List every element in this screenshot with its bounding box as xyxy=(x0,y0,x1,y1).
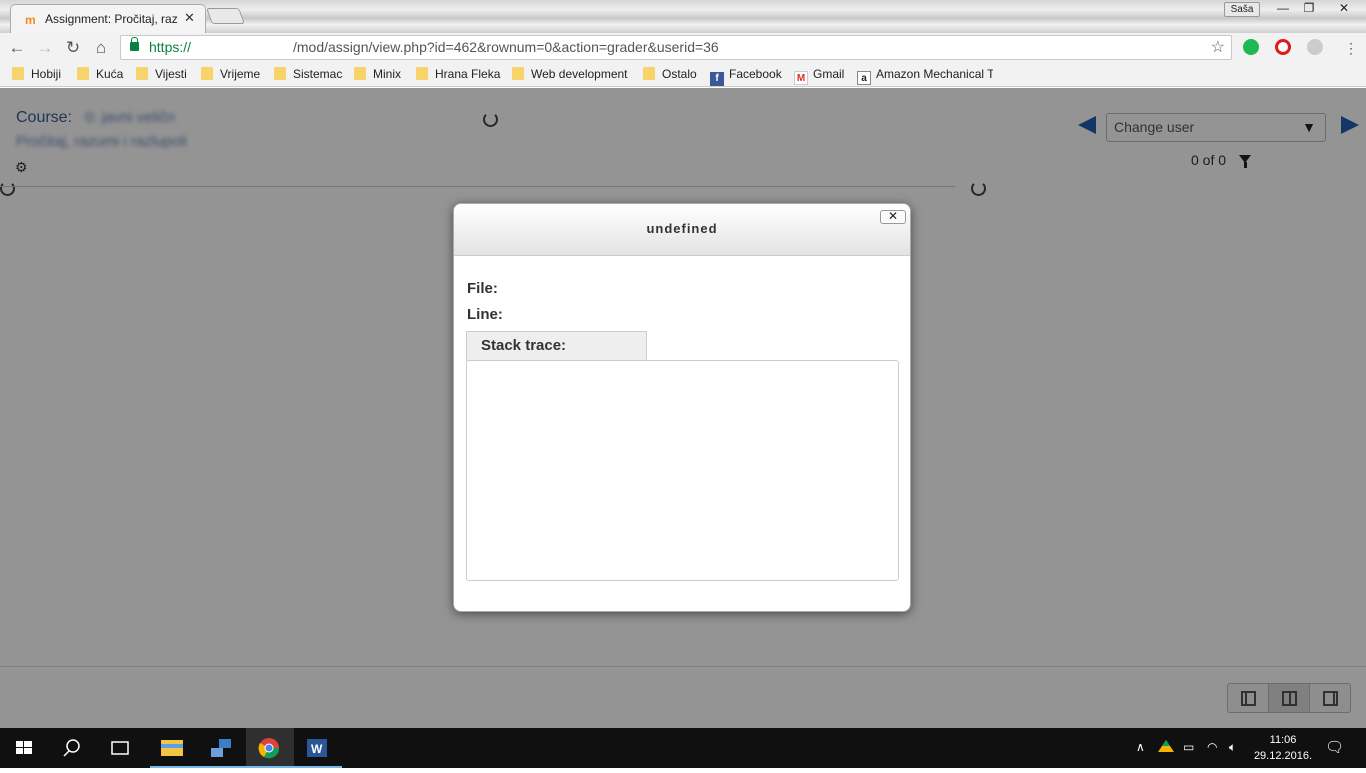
folder-icon xyxy=(274,67,286,80)
folder-icon xyxy=(512,67,524,80)
url-path: /mod/assign/view.php?id=462&rownum=0&act… xyxy=(293,39,719,55)
bookmark-facebook[interactable]: f Facebook xyxy=(710,67,782,86)
bookmark-web-development[interactable]: Web development xyxy=(512,67,628,81)
show-hidden-icons-icon[interactable]: ∧ xyxy=(1136,740,1145,754)
svg-text:W: W xyxy=(311,742,323,756)
browser-tab-active[interactable]: m Assignment: Pročitaj, raz ✕ xyxy=(10,4,206,33)
bookmark-vrijeme[interactable]: Vrijeme xyxy=(201,67,260,81)
moodle-favicon-icon: m xyxy=(25,13,36,27)
url-scheme: https:// xyxy=(149,39,192,55)
task-view-icon xyxy=(111,741,129,755)
network-app-button[interactable] xyxy=(198,728,246,768)
folder-icon xyxy=(643,67,655,80)
back-icon[interactable]: ← xyxy=(6,37,28,59)
start-button[interactable] xyxy=(0,728,48,768)
task-view-button[interactable] xyxy=(96,728,144,768)
folder-icon xyxy=(12,67,24,80)
bookmark-ostalo[interactable]: Ostalo xyxy=(643,67,697,81)
folder-icon xyxy=(161,740,183,756)
wifi-icon[interactable]: ◠ xyxy=(1207,740,1217,754)
stack-trace-label: Stack trace: xyxy=(466,331,647,361)
reload-icon[interactable]: ↻ xyxy=(62,37,84,59)
bookmark-minix[interactable]: Minix xyxy=(354,67,401,81)
dialog-close-button[interactable]: ✕ xyxy=(880,210,906,224)
home-icon[interactable]: ⌂ xyxy=(90,37,112,59)
minimize-icon[interactable]: — xyxy=(1270,0,1296,18)
windows-taskbar: W ∧ ▭ ◠ 🔈︎ 11:06 29.12.2016. 🗨︎ xyxy=(0,728,1366,768)
file-explorer-button[interactable] xyxy=(150,728,198,768)
profile-button[interactable]: Saša xyxy=(1224,2,1260,17)
lock-icon xyxy=(130,37,139,51)
address-bar[interactable]: https:// /mod/assign/view.php?id=462&row… xyxy=(120,35,1232,60)
stack-trace-box[interactable] xyxy=(466,360,899,581)
bookmarks-bar: Hobiji Kuća Vijesti Vrijeme Sistemac Min… xyxy=(0,63,1366,87)
extension-green-icon[interactable] xyxy=(1243,39,1259,55)
battery-icon[interactable]: ▭ xyxy=(1183,740,1194,754)
window-close-icon[interactable]: ✕ xyxy=(1322,0,1366,18)
search-button[interactable] xyxy=(48,728,96,768)
search-icon xyxy=(63,739,80,757)
amazon-icon: a xyxy=(857,71,871,85)
line-label: Line: xyxy=(467,306,503,323)
bookmark-gmail[interactable]: M Gmail xyxy=(794,67,844,85)
error-dialog: undefined ✕ File: Line: Stack trace: xyxy=(453,203,911,612)
bookmark-hrana-fleka[interactable]: Hrana Fleka xyxy=(416,67,500,81)
browser-titlebar: m Assignment: Pročitaj, raz ✕ Saša — ❐ ✕ xyxy=(0,0,1366,33)
word-button[interactable]: W xyxy=(294,728,342,768)
folder-icon xyxy=(136,67,148,80)
bookmark-vijesti[interactable]: Vijesti xyxy=(136,67,187,81)
bookmark-amazon-mturk[interactable]: a Amazon Mechanical T xyxy=(857,67,993,85)
bookmark-kuca[interactable]: Kuća xyxy=(77,67,123,81)
windows-logo-icon xyxy=(16,741,32,754)
restore-icon[interactable]: ❐ xyxy=(1296,0,1322,18)
new-tab-button[interactable] xyxy=(206,8,245,24)
clock-time: 11:06 xyxy=(1269,734,1297,746)
chrome-button[interactable] xyxy=(246,728,294,768)
extension-gray-icon[interactable] xyxy=(1307,39,1323,55)
tab-close-icon[interactable]: ✕ xyxy=(184,10,195,26)
forward-icon[interactable]: → xyxy=(34,37,56,59)
opera-icon[interactable] xyxy=(1275,39,1291,55)
folder-icon xyxy=(77,67,89,80)
network-computers-icon xyxy=(211,739,231,757)
menu-icon[interactable]: ⋮ xyxy=(1340,37,1362,59)
file-label: File: xyxy=(467,280,498,297)
folder-icon xyxy=(416,67,428,80)
bookmark-star-icon[interactable]: ☆ xyxy=(1211,36,1225,59)
tab-title: Assignment: Pročitaj, raz xyxy=(45,12,178,26)
word-icon: W xyxy=(307,739,327,757)
facebook-icon: f xyxy=(710,72,724,86)
browser-toolbar: ← → ↻ ⌂ https:// /mod/assign/view.php?id… xyxy=(0,33,1366,63)
bookmark-sistemac[interactable]: Sistemac xyxy=(274,67,342,81)
gmail-icon: M xyxy=(794,71,808,85)
clock-date: 29.12.2016. xyxy=(1253,750,1313,762)
chrome-icon xyxy=(258,738,280,759)
folder-icon xyxy=(201,67,213,80)
google-drive-icon[interactable] xyxy=(1158,740,1174,757)
volume-icon[interactable]: 🔈︎ xyxy=(1229,740,1236,755)
system-clock[interactable]: 11:06 29.12.2016. xyxy=(1252,732,1314,764)
bookmark-hobiji[interactable]: Hobiji xyxy=(12,67,61,81)
dialog-title: undefined xyxy=(454,204,910,256)
folder-icon xyxy=(354,67,366,80)
notifications-icon[interactable]: 🗨︎ xyxy=(1325,738,1344,756)
